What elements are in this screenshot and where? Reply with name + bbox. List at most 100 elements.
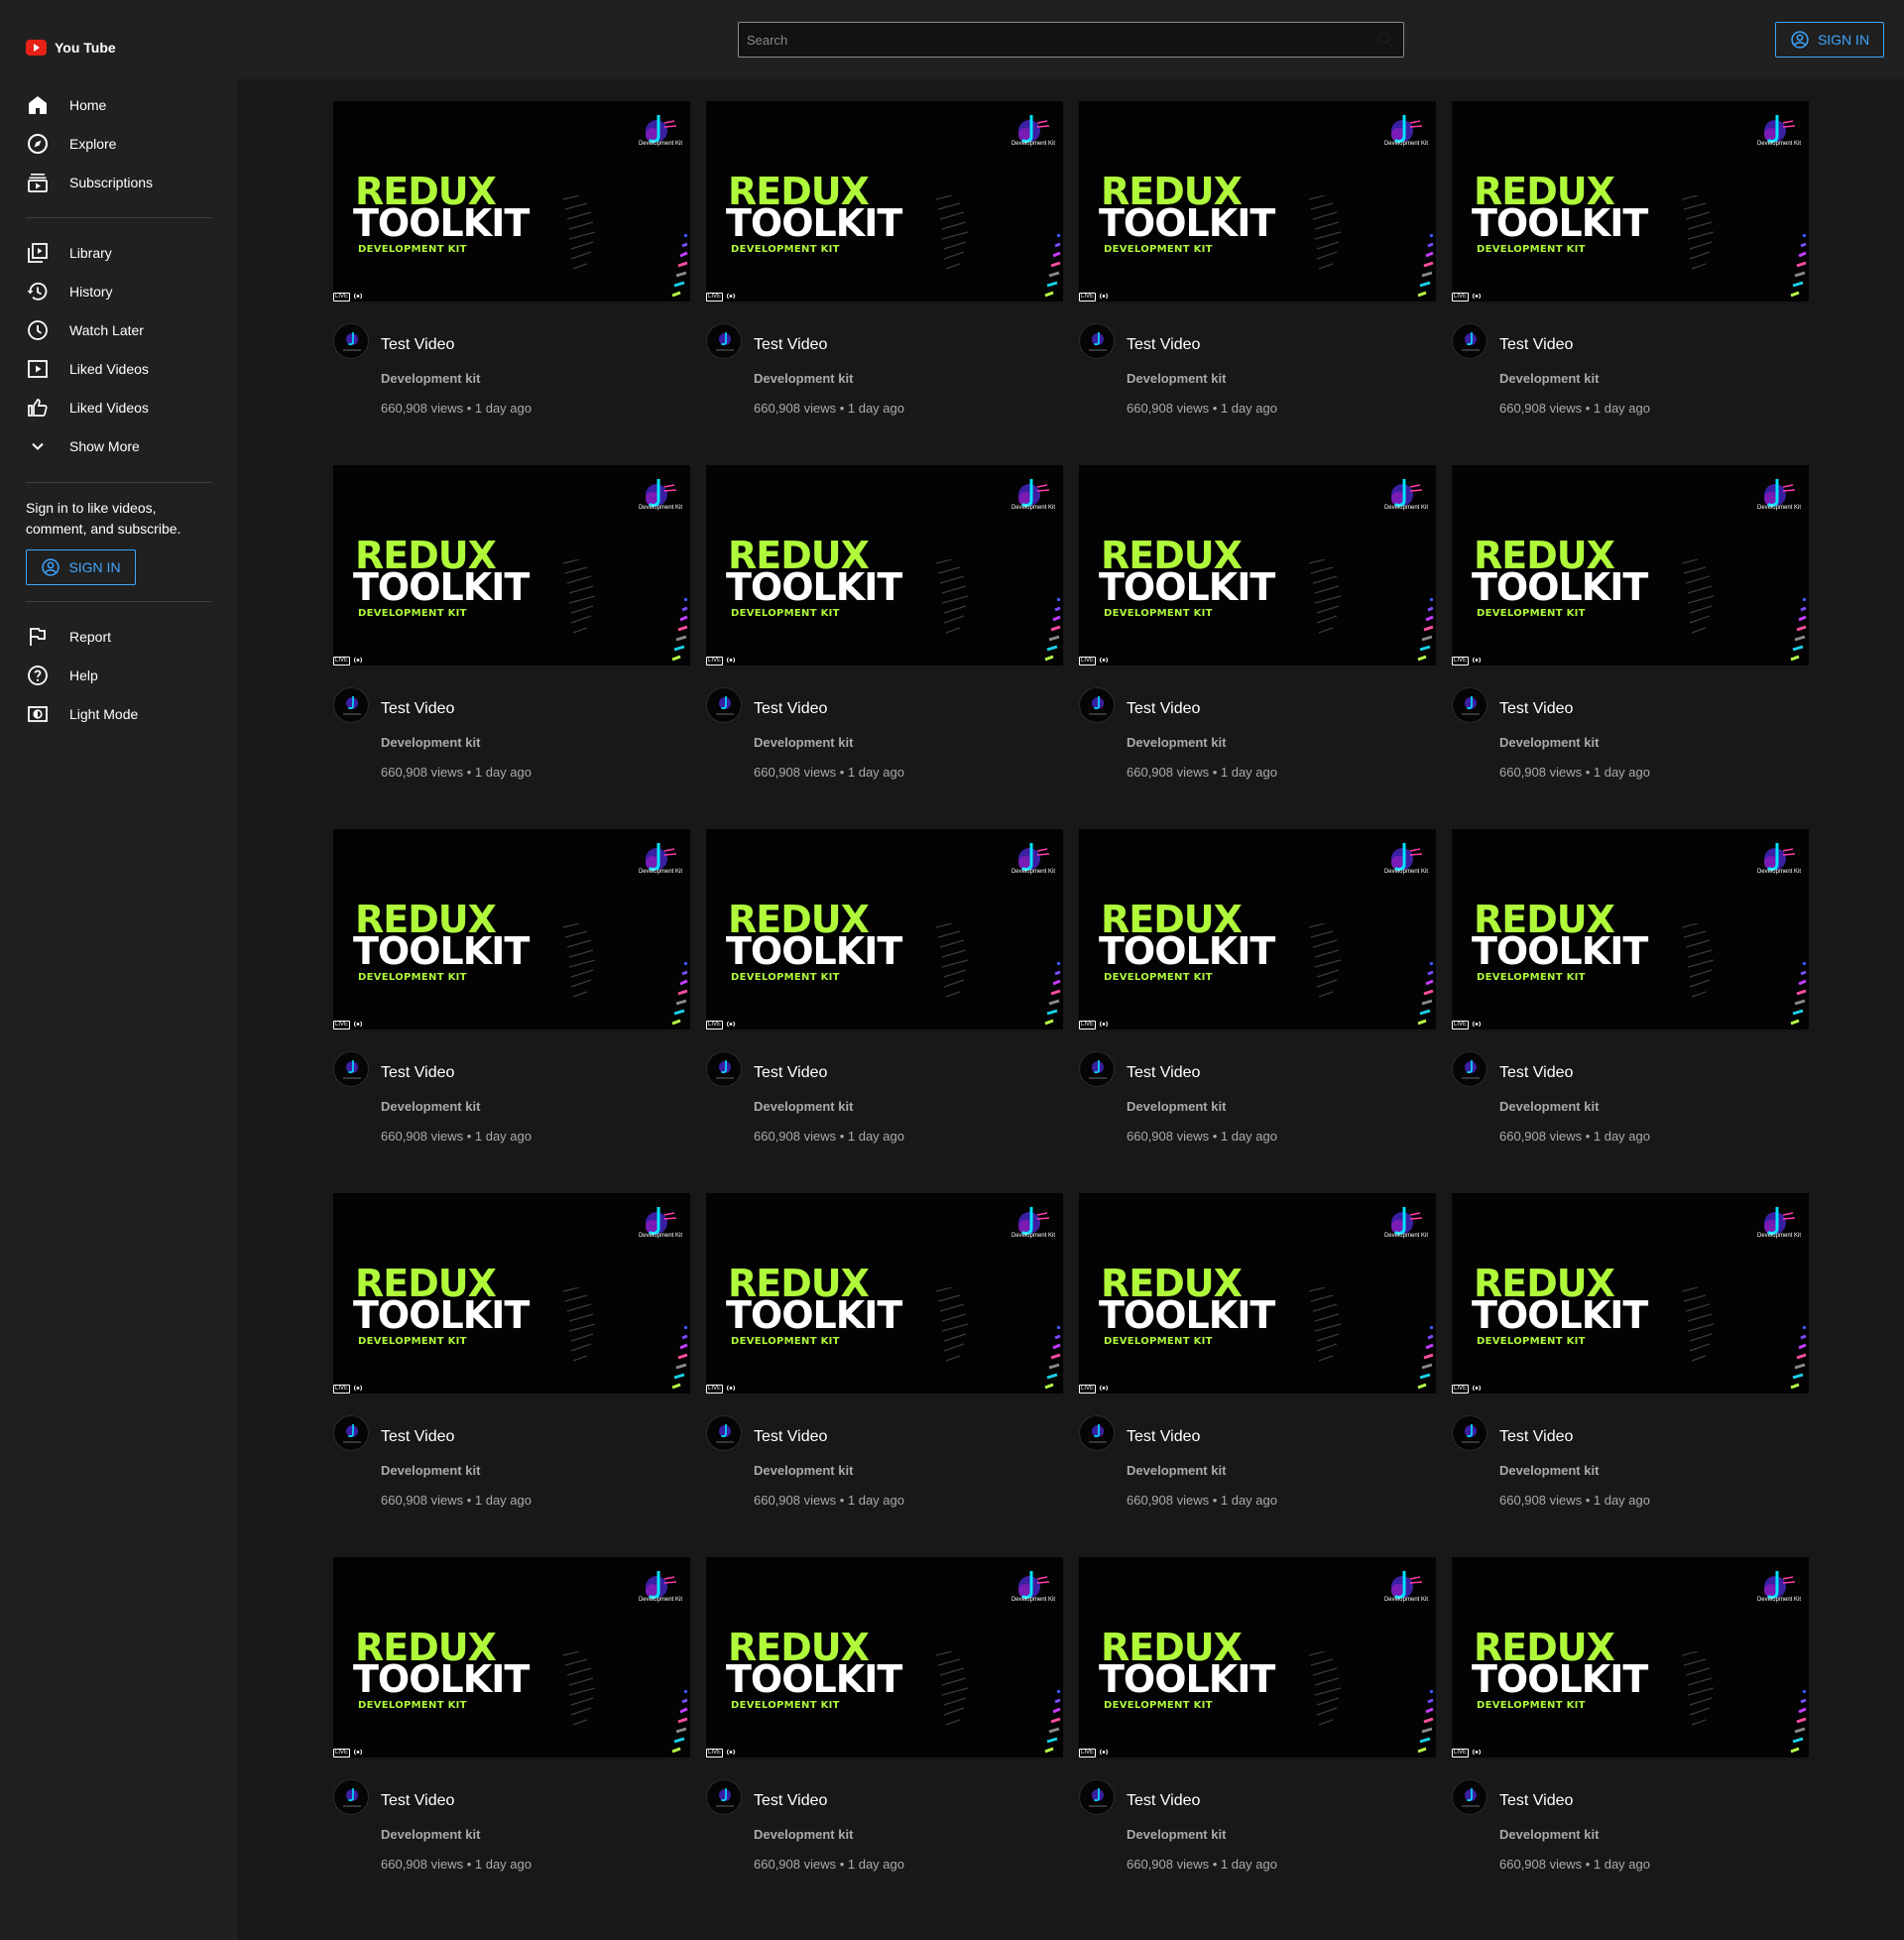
channel-name[interactable]: Development kit <box>754 1827 853 1842</box>
channel-avatar[interactable] <box>1452 1415 1488 1451</box>
channel-name[interactable]: Development kit <box>754 371 853 386</box>
video-card[interactable]: Development Kit REDUX TOOLKIT DEVELOPMEN… <box>333 1557 690 1875</box>
video-title[interactable]: Test Video <box>1499 1792 1573 1810</box>
channel-avatar[interactable] <box>333 1779 369 1815</box>
channel-name[interactable]: Development kit <box>1499 735 1599 750</box>
channel-name[interactable]: Development kit <box>1127 371 1226 386</box>
video-title[interactable]: Test Video <box>754 700 827 718</box>
channel-avatar[interactable] <box>706 1051 742 1087</box>
video-card[interactable]: Development Kit REDUX TOOLKIT DEVELOPMEN… <box>333 829 690 1147</box>
video-thumbnail[interactable]: Development Kit REDUX TOOLKIT DEVELOPMEN… <box>333 465 690 666</box>
video-title[interactable]: Test Video <box>1499 1428 1573 1446</box>
video-thumbnail[interactable]: Development Kit REDUX TOOLKIT DEVELOPMEN… <box>706 829 1063 1030</box>
video-title[interactable]: Test Video <box>1127 1428 1200 1446</box>
video-card[interactable]: Development Kit REDUX TOOLKIT DEVELOPMEN… <box>706 829 1063 1147</box>
video-title[interactable]: Test Video <box>1499 1064 1573 1082</box>
channel-name[interactable]: Development kit <box>754 1099 853 1114</box>
sidebar-item-explore[interactable]: Explore <box>0 124 238 163</box>
video-title[interactable]: Test Video <box>1127 1064 1200 1082</box>
video-thumbnail[interactable]: Development Kit REDUX TOOLKIT DEVELOPMEN… <box>706 1557 1063 1758</box>
sidebar-item-light-mode[interactable]: Light Mode <box>0 694 238 733</box>
channel-avatar[interactable] <box>333 1415 369 1451</box>
channel-name[interactable]: Development kit <box>1499 371 1599 386</box>
channel-name[interactable]: Development kit <box>381 735 480 750</box>
channel-avatar[interactable] <box>1079 687 1115 723</box>
video-card[interactable]: Development Kit REDUX TOOLKIT DEVELOPMEN… <box>1079 829 1436 1147</box>
video-thumbnail[interactable]: Development Kit REDUX TOOLKIT DEVELOPMEN… <box>706 465 1063 666</box>
channel-avatar[interactable] <box>333 323 369 359</box>
search-input[interactable] <box>739 23 1368 57</box>
sidebar-item-your-videos[interactable]: Liked Videos <box>0 349 238 388</box>
sidebar-item-report[interactable]: Report <box>0 617 238 656</box>
sidebar-item-watch-later[interactable]: Watch Later <box>0 310 238 349</box>
channel-name[interactable]: Development kit <box>754 1463 853 1478</box>
sidebar-item-subscriptions[interactable]: Subscriptions <box>0 163 238 201</box>
video-card[interactable]: Development Kit REDUX TOOLKIT DEVELOPMEN… <box>706 101 1063 419</box>
video-thumbnail[interactable]: Development Kit REDUX TOOLKIT DEVELOPMEN… <box>333 101 690 302</box>
channel-name[interactable]: Development kit <box>1499 1099 1599 1114</box>
video-title[interactable]: Test Video <box>754 1064 827 1082</box>
video-card[interactable]: Development Kit REDUX TOOLKIT DEVELOPMEN… <box>1452 101 1809 419</box>
sidebar-item-liked-videos[interactable]: Liked Videos <box>0 388 238 426</box>
video-title[interactable]: Test Video <box>381 1064 454 1082</box>
video-card[interactable]: Development Kit REDUX TOOLKIT DEVELOPMEN… <box>333 1193 690 1511</box>
video-thumbnail[interactable]: Development Kit REDUX TOOLKIT DEVELOPMEN… <box>1079 1557 1436 1758</box>
channel-avatar[interactable] <box>1079 1415 1115 1451</box>
video-title[interactable]: Test Video <box>1127 336 1200 354</box>
channel-name[interactable]: Development kit <box>1127 1463 1226 1478</box>
header-sign-in-button[interactable]: SIGN IN <box>1775 22 1884 58</box>
channel-avatar[interactable] <box>1452 323 1488 359</box>
video-thumbnail[interactable]: Development Kit REDUX TOOLKIT DEVELOPMEN… <box>1452 101 1809 302</box>
video-card[interactable]: Development Kit REDUX TOOLKIT DEVELOPMEN… <box>706 465 1063 783</box>
channel-name[interactable]: Development kit <box>1127 1827 1226 1842</box>
video-title[interactable]: Test Video <box>381 700 454 718</box>
video-title[interactable]: Test Video <box>381 336 454 354</box>
video-thumbnail[interactable]: Development Kit REDUX TOOLKIT DEVELOPMEN… <box>706 1193 1063 1394</box>
video-thumbnail[interactable]: Development Kit REDUX TOOLKIT DEVELOPMEN… <box>333 1193 690 1394</box>
channel-name[interactable]: Development kit <box>381 1099 480 1114</box>
video-thumbnail[interactable]: Development Kit REDUX TOOLKIT DEVELOPMEN… <box>1079 101 1436 302</box>
channel-name[interactable]: Development kit <box>381 371 480 386</box>
video-title[interactable]: Test Video <box>1127 700 1200 718</box>
channel-name[interactable]: Development kit <box>1127 735 1226 750</box>
video-title[interactable]: Test Video <box>754 1428 827 1446</box>
channel-avatar[interactable] <box>706 1415 742 1451</box>
channel-avatar[interactable] <box>1452 1779 1488 1815</box>
sidebar-item-history[interactable]: History <box>0 272 238 310</box>
channel-name[interactable]: Development kit <box>1499 1827 1599 1842</box>
video-thumbnail[interactable]: Development Kit REDUX TOOLKIT DEVELOPMEN… <box>333 1557 690 1758</box>
video-title[interactable]: Test Video <box>381 1792 454 1810</box>
channel-name[interactable]: Development kit <box>1499 1463 1599 1478</box>
channel-name[interactable]: Development kit <box>381 1827 480 1842</box>
video-thumbnail[interactable]: Development Kit REDUX TOOLKIT DEVELOPMEN… <box>1452 829 1809 1030</box>
sidebar-sign-in-button[interactable]: SIGN IN <box>26 549 136 585</box>
video-thumbnail[interactable]: Development Kit REDUX TOOLKIT DEVELOPMEN… <box>1079 1193 1436 1394</box>
channel-avatar[interactable] <box>706 323 742 359</box>
video-thumbnail[interactable]: Development Kit REDUX TOOLKIT DEVELOPMEN… <box>1079 465 1436 666</box>
channel-avatar[interactable] <box>1079 323 1115 359</box>
channel-name[interactable]: Development kit <box>754 735 853 750</box>
video-thumbnail[interactable]: Development Kit REDUX TOOLKIT DEVELOPMEN… <box>333 829 690 1030</box>
video-title[interactable]: Test Video <box>1499 700 1573 718</box>
video-card[interactable]: Development Kit REDUX TOOLKIT DEVELOPMEN… <box>333 101 690 419</box>
sidebar-item-show-more[interactable]: Show More <box>0 426 238 465</box>
video-card[interactable]: Development Kit REDUX TOOLKIT DEVELOPMEN… <box>333 465 690 783</box>
video-thumbnail[interactable]: Development Kit REDUX TOOLKIT DEVELOPMEN… <box>1452 1557 1809 1758</box>
channel-avatar[interactable] <box>333 687 369 723</box>
video-card[interactable]: Development Kit REDUX TOOLKIT DEVELOPMEN… <box>1452 829 1809 1147</box>
channel-avatar[interactable] <box>1452 687 1488 723</box>
video-thumbnail[interactable]: Development Kit REDUX TOOLKIT DEVELOPMEN… <box>1452 1193 1809 1394</box>
channel-avatar[interactable] <box>1079 1051 1115 1087</box>
sidebar-item-help[interactable]: Help <box>0 656 238 694</box>
video-card[interactable]: Development Kit REDUX TOOLKIT DEVELOPMEN… <box>1079 101 1436 419</box>
video-card[interactable]: Development Kit REDUX TOOLKIT DEVELOPMEN… <box>706 1557 1063 1875</box>
video-card[interactable]: Development Kit REDUX TOOLKIT DEVELOPMEN… <box>1079 1193 1436 1511</box>
video-title[interactable]: Test Video <box>1499 336 1573 354</box>
video-thumbnail[interactable]: Development Kit REDUX TOOLKIT DEVELOPMEN… <box>1079 829 1436 1030</box>
video-thumbnail[interactable]: Development Kit REDUX TOOLKIT DEVELOPMEN… <box>706 101 1063 302</box>
search-button[interactable] <box>1368 23 1403 57</box>
channel-name[interactable]: Development kit <box>1127 1099 1226 1114</box>
video-card[interactable]: Development Kit REDUX TOOLKIT DEVELOPMEN… <box>706 1193 1063 1511</box>
video-title[interactable]: Test Video <box>754 1792 827 1810</box>
video-card[interactable]: Development Kit REDUX TOOLKIT DEVELOPMEN… <box>1079 1557 1436 1875</box>
